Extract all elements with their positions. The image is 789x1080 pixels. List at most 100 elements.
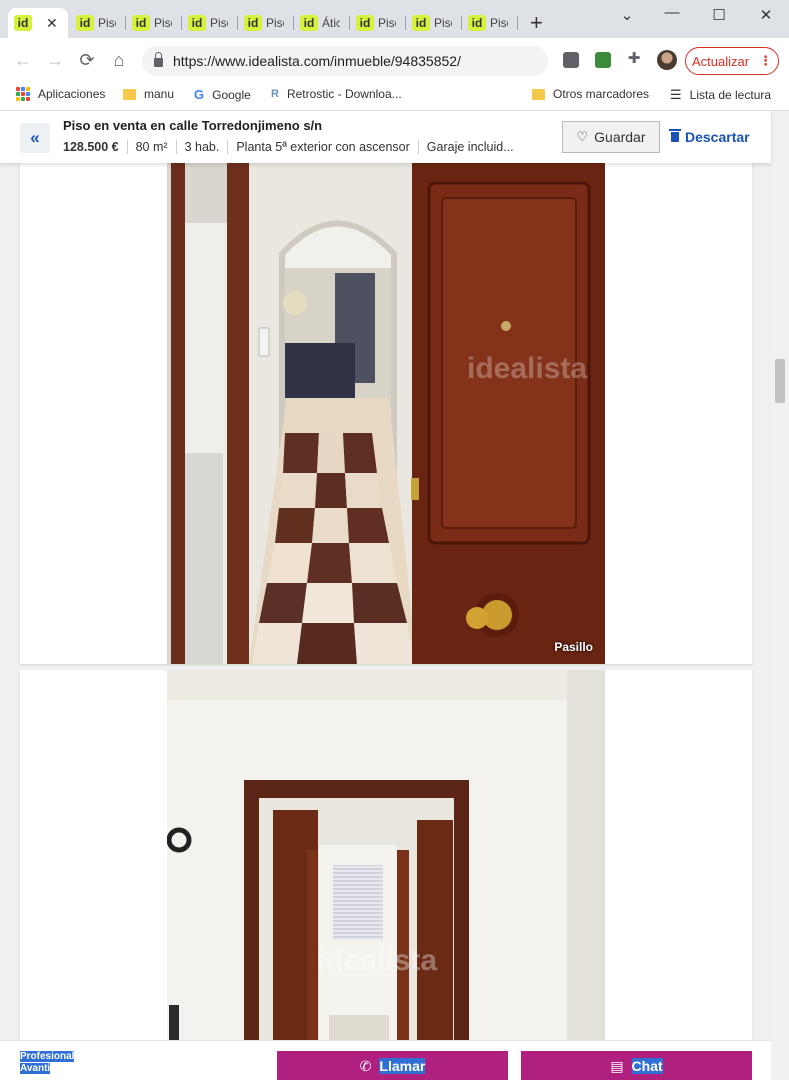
tab-piso-1[interactable]: id Piso: [70, 8, 126, 38]
bookmark-label: Google: [212, 87, 251, 102]
tab-active[interactable]: id ✕: [8, 8, 68, 38]
phone-icon: ✆: [359, 1057, 372, 1074]
tab-title: Piso: [490, 16, 508, 30]
tab-piso-7[interactable]: id Piso: [462, 8, 518, 38]
bookmark-google[interactable]: G Google: [194, 87, 251, 102]
trash-icon: [669, 129, 681, 142]
retrostic-icon: R: [271, 88, 279, 100]
discard-button[interactable]: Descartar: [669, 129, 750, 145]
tab-piso-6[interactable]: id Piso: [406, 8, 462, 38]
photo-caption: Pasillo: [554, 640, 593, 654]
puzzle-icon[interactable]: ✚: [623, 49, 645, 69]
url-text[interactable]: https://www.idealista.com/inmueble/94835…: [173, 53, 461, 69]
lock-icon[interactable]: [154, 52, 163, 67]
front-door: [411, 163, 605, 664]
listing-price: 128.500 €: [63, 140, 119, 154]
extension-icon[interactable]: [563, 52, 579, 68]
scrollbar[interactable]: [771, 111, 789, 1080]
tab-title: Piso: [98, 16, 116, 30]
call-button[interactable]: ✆ Llamar: [277, 1051, 508, 1080]
heart-icon: ♡: [576, 129, 589, 144]
close-tab-icon[interactable]: ✕: [46, 15, 58, 32]
reading-list-icon: ☰: [670, 87, 682, 102]
bookmark-label: manu: [144, 87, 175, 101]
tab-title: Piso: [266, 16, 284, 30]
apps-grid-icon: [16, 87, 30, 101]
chat-button[interactable]: ▤ Chat: [521, 1051, 752, 1080]
bookmark-label: Otros marcadores: [553, 87, 650, 101]
save-label: Guardar: [594, 129, 646, 145]
photo-corridor[interactable]: idealista: [167, 670, 605, 1080]
bookmark-apps[interactable]: Aplicaciones: [16, 87, 105, 101]
idealista-favicon-icon: id: [468, 15, 486, 31]
new-tab-button[interactable]: +: [530, 11, 543, 35]
page-viewport: « Piso en venta en calle Torredonjimeno …: [0, 111, 789, 1080]
bookmark-retrostic[interactable]: R Retrostic - Downloa...: [271, 87, 402, 101]
bookmark-label: Aplicaciones: [38, 87, 106, 101]
idealista-favicon-icon: id: [188, 15, 206, 31]
tab-title: Piso: [378, 16, 396, 30]
extension-icon[interactable]: [595, 52, 611, 68]
bookmark-other[interactable]: Otros marcadores: [532, 87, 649, 101]
feature-rooms: 3 hab.: [175, 140, 228, 154]
home-icon[interactable]: ⌂: [108, 50, 130, 70]
close-window-icon[interactable]: ✕: [754, 6, 778, 24]
tab-title: Piso: [210, 16, 228, 30]
tab-title: Piso: [154, 16, 172, 30]
idealista-favicon-icon: id: [300, 15, 318, 31]
maximize-icon[interactable]: ☐: [707, 6, 731, 24]
idealista-favicon-icon: id: [412, 15, 430, 31]
bookmark-reading-list[interactable]: ☰ Lista de lectura: [670, 87, 771, 103]
contact-bar: Profesional Avanti ✆ Llamar ▤ Chat: [0, 1040, 771, 1080]
tab-piso-4[interactable]: id Piso: [238, 8, 294, 38]
photo-hallway[interactable]: idealista Pasillo: [167, 163, 605, 664]
idealista-favicon-icon: id: [132, 15, 150, 31]
corridor-photo-image: idealista: [167, 670, 605, 1080]
chevron-double-left-icon[interactable]: «: [20, 123, 50, 153]
agency-name[interactable]: Profesional Avanti: [20, 1051, 75, 1075]
arrow-left-icon[interactable]: ←: [12, 50, 34, 70]
update-label: Actualizar: [691, 53, 750, 69]
listing-title: Piso en venta en calle Torredonjimeno s/…: [63, 118, 323, 133]
more-vert-icon: ⋮: [759, 53, 773, 68]
feature-area: 80 m²: [126, 140, 176, 154]
tab-piso-3[interactable]: id Piso: [182, 8, 238, 38]
discard-label: Descartar: [685, 129, 750, 145]
chat-icon: ▤: [610, 1057, 624, 1074]
arrow-right-icon[interactable]: →: [44, 50, 66, 70]
update-button[interactable]: Actualizar ⋮: [685, 47, 779, 75]
photo-card: idealista: [20, 670, 752, 1080]
google-icon: G: [194, 87, 205, 102]
bookmark-label: Retrostic - Downloa...: [286, 87, 402, 101]
minimize-icon[interactable]: —: [660, 4, 684, 21]
folder-icon: [123, 88, 136, 100]
watermark-text: idealista: [467, 352, 587, 385]
idealista-favicon-icon: id: [244, 15, 262, 31]
listing-features: 128.500 € 80 m² 3 hab. Planta 5ª exterio…: [63, 140, 522, 154]
tab-search-icon[interactable]: ⌄: [615, 6, 639, 24]
hallway-photo-image: idealista: [167, 163, 605, 664]
watermark-text: idealista: [317, 944, 437, 977]
feature-floor: Planta 5ª exterior con ascensor: [227, 140, 417, 154]
idealista-favicon-icon: id: [14, 15, 32, 31]
tab-atico[interactable]: id Ático: [294, 8, 350, 38]
reload-icon[interactable]: ⟳: [76, 50, 98, 70]
tab-piso-5[interactable]: id Piso: [350, 8, 406, 38]
browser-toolbar: ← → ⟳ ⌂ https://www.idealista.com/inmueb…: [0, 38, 789, 82]
tab-piso-2[interactable]: id Piso: [126, 8, 182, 38]
chat-label: Chat: [631, 1058, 663, 1074]
scrollbar-thumb[interactable]: [775, 359, 785, 403]
bookmarks-bar: Aplicaciones manu G Google R Retrostic -…: [0, 82, 789, 111]
save-button[interactable]: ♡ Guardar: [562, 121, 660, 153]
bookmark-label: Lista de lectura: [689, 88, 772, 102]
photo-card: idealista Pasillo: [20, 111, 752, 664]
call-label: Llamar: [379, 1058, 426, 1074]
bookmark-manu[interactable]: manu: [123, 87, 174, 101]
listing-sticky-header: « Piso en venta en calle Torredonjimeno …: [0, 111, 771, 163]
folder-icon: [532, 88, 545, 100]
avatar[interactable]: [657, 50, 677, 70]
tab-title: Ático: [322, 16, 340, 30]
address-bar[interactable]: https://www.idealista.com/inmueble/94835…: [142, 46, 548, 76]
tab-strip: id ✕ id Piso id Piso id Piso id Piso id …: [0, 0, 789, 38]
idealista-favicon-icon: id: [76, 15, 94, 31]
